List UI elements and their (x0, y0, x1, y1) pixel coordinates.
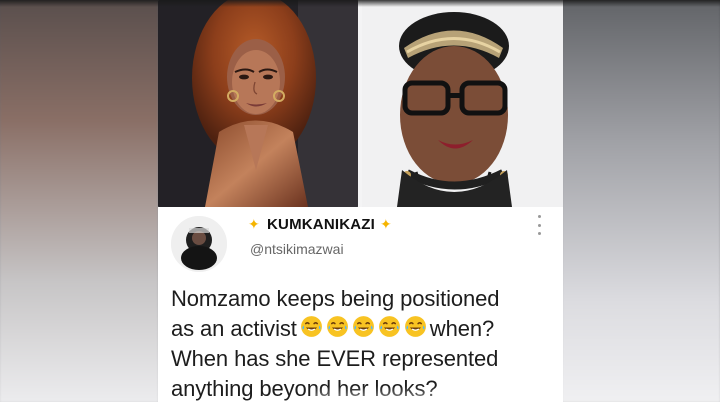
woman-right-photo (362, 0, 563, 207)
photo-collage (158, 0, 563, 207)
avatar-image (171, 216, 227, 272)
right-blurred-frame (562, 0, 720, 402)
left-blurred-frame (0, 0, 158, 402)
face-with-tears-of-joy-icon (378, 316, 400, 337)
tweet-text: Nomzamo keeps being positioned as an act… (171, 284, 556, 402)
face-with-tears-of-joy-icon (404, 316, 426, 337)
tweet-card: ✦ KUMKANIKAZI ✦ @ntsikimazwai Nomzamo ke… (158, 207, 563, 402)
top-shadow-band (0, 0, 720, 7)
tweet-line-3: When has she EVER represented (171, 346, 499, 371)
bottom-highlight (316, 386, 563, 402)
laughing-emoji-row (299, 314, 428, 339)
sparkle-icon: ✦ (248, 216, 260, 232)
tweet-line-2: as an activist when? (171, 314, 556, 344)
face-with-tears-of-joy-icon (326, 316, 348, 337)
username-handle[interactable]: @ntsikimazwai (250, 241, 344, 257)
sparkle-icon: ✦ (380, 216, 392, 232)
tweet-line-1: Nomzamo keeps being positioned (171, 286, 500, 311)
profile-avatar[interactable] (171, 216, 227, 272)
woman-left-illustration (158, 0, 358, 207)
more-options-icon[interactable] (535, 215, 543, 235)
display-name[interactable]: KUMKANIKAZI (267, 216, 375, 233)
tweet-line-2-start: as an activist (171, 316, 297, 341)
face-with-tears-of-joy-icon (352, 316, 374, 337)
display-name-row: ✦ KUMKANIKAZI ✦ (248, 213, 394, 235)
face-with-tears-of-joy-icon (300, 316, 322, 337)
screenshot-card: ✦ KUMKANIKAZI ✦ @ntsikimazwai Nomzamo ke… (158, 0, 563, 402)
woman-left-photo (158, 0, 358, 207)
woman-right-illustration (362, 0, 563, 207)
tweet-line-2-end: when? (429, 316, 495, 341)
